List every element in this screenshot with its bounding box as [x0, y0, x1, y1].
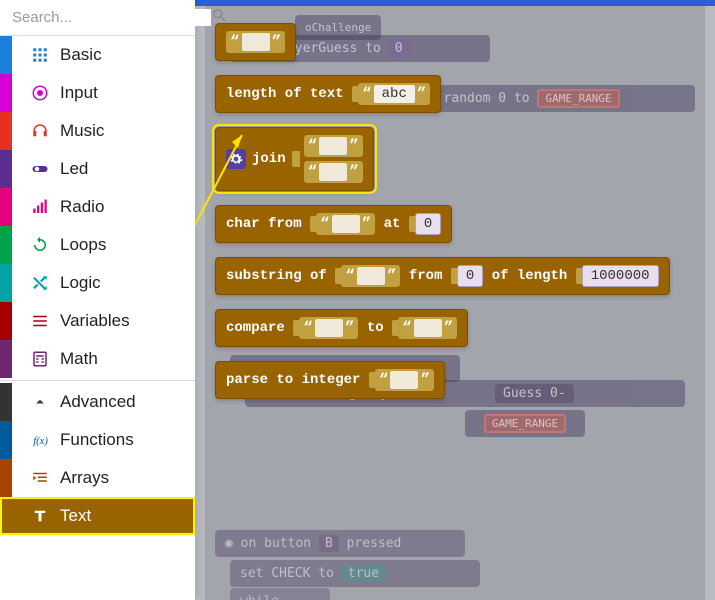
sidebar-item-label: Text — [60, 506, 91, 526]
block-label: from — [409, 268, 443, 284]
sidebar-item-led[interactable]: Led — [0, 150, 195, 188]
sidebar-item-label: Input — [60, 83, 98, 103]
string-slot[interactable]: “” — [304, 161, 363, 183]
block-label: char from — [226, 216, 302, 232]
search-row — [0, 0, 195, 36]
sidebar-item-label: Logic — [60, 273, 101, 293]
sidebar-item-label: Variables — [60, 311, 130, 331]
toggle-icon — [30, 160, 50, 178]
sidebar-item-variables[interactable]: Variables — [0, 302, 195, 340]
sidebar-item-text[interactable]: Text — [0, 497, 195, 535]
blocks-flyout: “” length of text “abc” join — [205, 8, 705, 414]
sidebar-item-arrays[interactable]: Arrays — [0, 459, 195, 497]
sidebar-item-label: Basic — [60, 45, 102, 65]
sidebar-item-radio[interactable]: Radio — [0, 188, 195, 226]
search-input[interactable] — [12, 9, 211, 26]
string-slot[interactable]: “” — [316, 213, 375, 235]
calculator-icon — [30, 350, 50, 368]
target-icon — [30, 84, 50, 102]
gear-icon[interactable] — [226, 149, 246, 169]
string-slot[interactable]: “” — [375, 369, 434, 391]
top-bar — [195, 0, 715, 6]
sidebar: Basic Input Music Led — [0, 0, 195, 600]
workspace[interactable]: oChallenge set playerGuess to 0 set righ… — [195, 0, 715, 600]
string-slot[interactable]: “” — [398, 317, 457, 339]
grid-icon — [30, 46, 50, 64]
sidebar-item-logic[interactable]: Logic — [0, 264, 195, 302]
sidebar-item-loops[interactable]: Loops — [0, 226, 195, 264]
sidebar-item-basic[interactable]: Basic — [0, 36, 195, 74]
block-label: to — [367, 320, 384, 336]
sidebar-item-functions[interactable]: f(x) Functions — [0, 421, 195, 459]
sidebar-item-label: Advanced — [60, 392, 136, 412]
sidebar-item-math[interactable]: Math — [0, 340, 195, 378]
shuffle-icon — [30, 274, 50, 292]
number-slot[interactable]: 0 — [457, 265, 483, 287]
separator — [0, 380, 195, 381]
number-slot[interactable]: 0 — [415, 213, 441, 235]
block-label: of length — [492, 268, 568, 284]
indent-icon — [30, 469, 50, 487]
signal-icon — [30, 198, 50, 216]
parse-to-integer-block[interactable]: parse to integer “” — [215, 361, 445, 399]
empty-string-block[interactable]: “” — [215, 23, 296, 61]
block-label: at — [384, 216, 401, 232]
svg-text:f(x): f(x) — [33, 436, 48, 447]
sidebar-item-label: Led — [60, 159, 88, 179]
bg-code: set CHECK to true — [230, 560, 480, 587]
text-icon — [30, 507, 50, 525]
length-of-text-block[interactable]: length of text “abc” — [215, 75, 441, 113]
block-label: join — [252, 151, 286, 167]
sidebar-item-advanced[interactable]: Advanced — [0, 383, 195, 421]
block-label: length of text — [226, 86, 344, 102]
sidebar-item-music[interactable]: Music — [0, 112, 195, 150]
bg-code: while — [230, 588, 330, 600]
sidebar-item-label: Arrays — [60, 468, 109, 488]
sidebar-item-input[interactable]: Input — [0, 74, 195, 112]
substring-block[interactable]: substring of “” from 0 of length 1000000 — [215, 257, 670, 295]
compare-block[interactable]: compare “” to “” — [215, 309, 468, 347]
sidebar-item-label: Music — [60, 121, 104, 141]
block-label: substring of — [226, 268, 327, 284]
search-icon[interactable] — [211, 7, 228, 29]
bg-code: ◉ on button B pressed — [215, 530, 465, 557]
sidebar-item-label: Functions — [60, 430, 134, 450]
sidebar-item-label: Math — [60, 349, 98, 369]
bg-code: GAME_RANGE — [465, 410, 585, 437]
string-slot[interactable]: “” — [299, 317, 358, 339]
chevron-up-icon — [30, 393, 50, 411]
function-icon: f(x) — [30, 431, 50, 449]
sidebar-item-label: Radio — [60, 197, 104, 217]
number-slot[interactable]: 1000000 — [582, 265, 659, 287]
block-label: parse to integer — [226, 372, 360, 388]
list-icon — [30, 312, 50, 330]
join-block[interactable]: join “” “” — [215, 127, 374, 191]
block-label: compare — [226, 320, 285, 336]
string-slot[interactable]: “” — [226, 31, 285, 53]
headphones-icon — [30, 122, 50, 140]
char-from-block[interactable]: char from “” at 0 — [215, 205, 452, 243]
refresh-icon — [30, 236, 50, 254]
string-slot[interactable]: “abc” — [358, 83, 430, 105]
string-slot[interactable]: “” — [341, 265, 400, 287]
sidebar-item-label: Loops — [60, 235, 106, 255]
string-slot[interactable]: “” — [304, 135, 363, 157]
